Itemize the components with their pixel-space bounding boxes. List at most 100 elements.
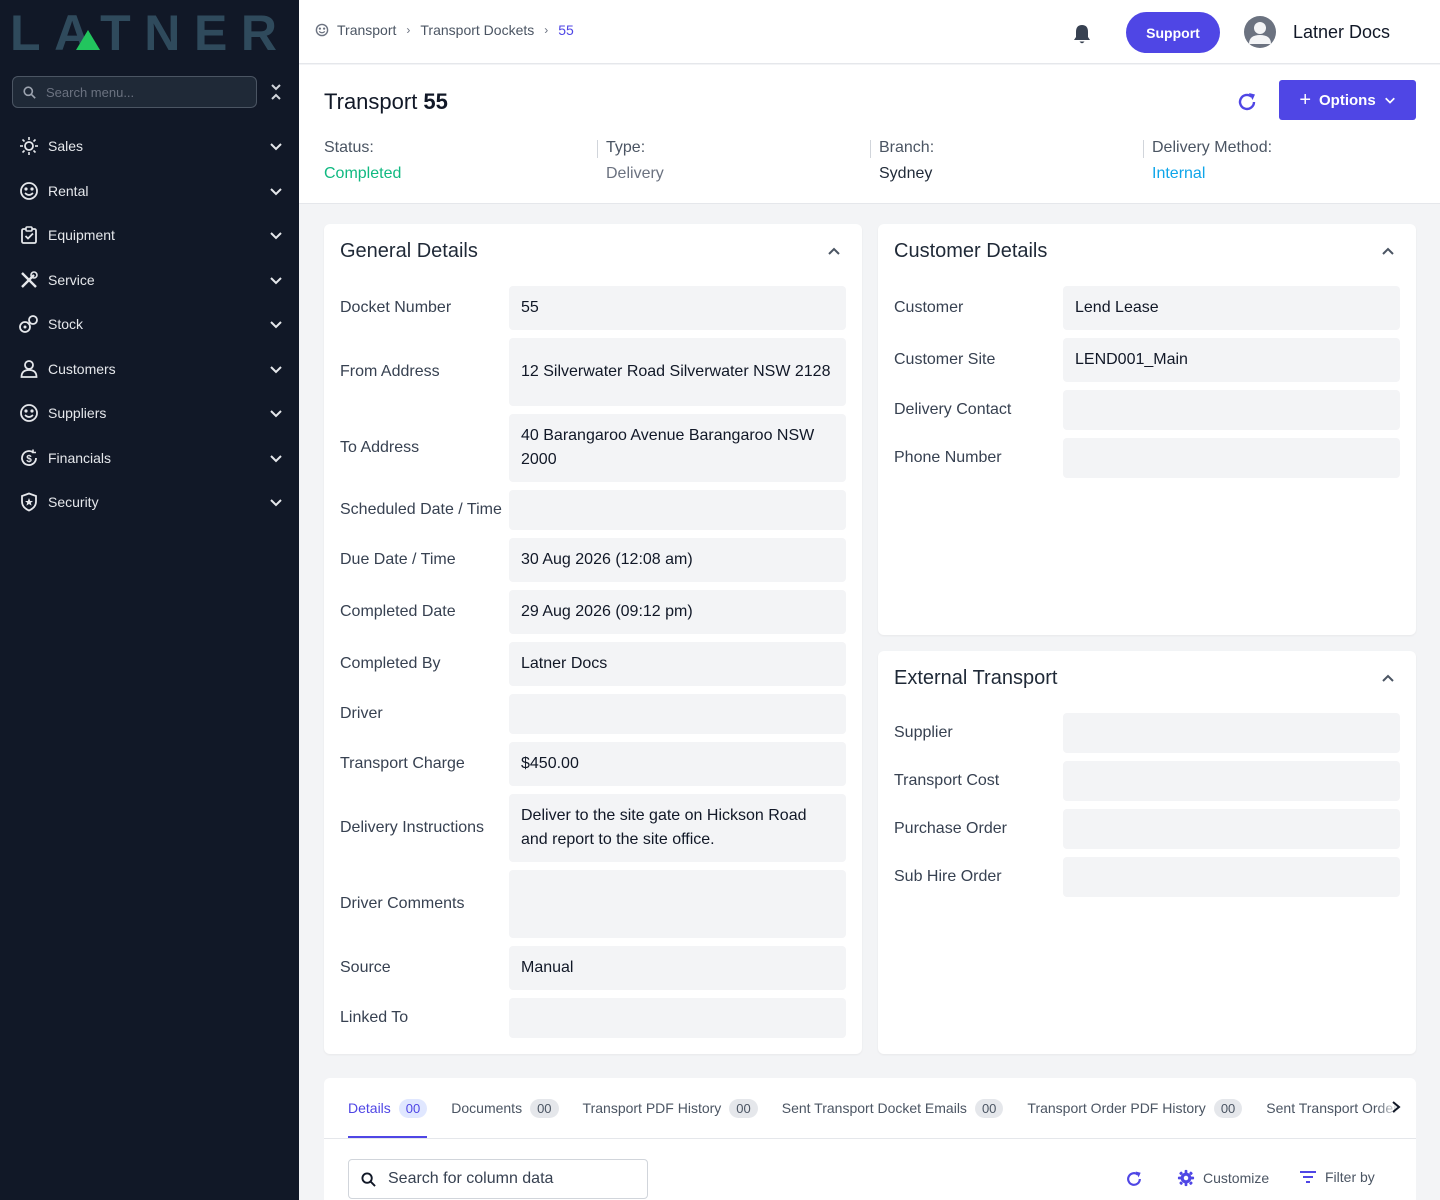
sidebar-item-label: Equipment bbox=[48, 227, 115, 244]
breadcrumb: Transport › Transport Dockets › 55 bbox=[315, 22, 574, 38]
customer-details-card: Customer Details Customer Lend Lease Cust… bbox=[878, 224, 1416, 635]
chevron-up-icon[interactable] bbox=[1381, 671, 1395, 685]
count-badge: 00 bbox=[1213, 1098, 1243, 1118]
tab-sent-transport-docket-emails[interactable]: Sent Transport Docket Emails 00 bbox=[782, 1078, 1004, 1138]
sidebar-item-label: Service bbox=[48, 271, 95, 288]
refresh-icon[interactable] bbox=[1124, 1169, 1144, 1189]
bell-icon[interactable] bbox=[1072, 23, 1092, 45]
chevron-down-icon bbox=[270, 232, 282, 240]
sidebar-item-rental[interactable]: Rental bbox=[0, 169, 299, 214]
tab-label: Transport Order PDF History bbox=[1027, 1100, 1206, 1116]
field-value[interactable]: 40 Barangaroo Avenue Barangaroo NSW 2000 bbox=[509, 414, 846, 482]
status-label: Status: bbox=[324, 139, 374, 156]
field-value[interactable]: $450.00 bbox=[509, 742, 846, 786]
chevron-up-icon[interactable] bbox=[1381, 244, 1395, 258]
tab-label: Documents bbox=[451, 1100, 523, 1116]
count-badge: 00 bbox=[974, 1098, 1004, 1118]
latner-logo[interactable]: LATNER bbox=[10, 10, 280, 54]
avatar[interactable] bbox=[1244, 16, 1276, 48]
column-search-input[interactable]: Search for column data bbox=[348, 1159, 648, 1199]
field-value[interactable]: 55 bbox=[509, 286, 846, 330]
breadcrumb-item[interactable]: Transport bbox=[337, 22, 396, 38]
field-value[interactable]: 29 Aug 2026 (09:12 pm) bbox=[509, 590, 846, 634]
delivery-method-value[interactable]: Internal bbox=[1152, 165, 1272, 183]
chevron-right-icon[interactable] bbox=[1390, 1100, 1402, 1114]
sidebar-item-sales[interactable]: Sales bbox=[0, 124, 299, 169]
field-purchase-order: Purchase Order bbox=[894, 809, 1400, 849]
sidebar-item-stock[interactable]: Stock bbox=[0, 302, 299, 347]
refresh-icon[interactable] bbox=[1235, 90, 1259, 114]
field-value[interactable]: Deliver to the site gate on Hickson Road… bbox=[509, 794, 846, 862]
filter-button[interactable]: Filter by bbox=[1299, 1169, 1375, 1185]
field-value[interactable]: Manual bbox=[509, 946, 846, 990]
related-tabs-card: Details 00 Documents 00 Transport PDF Hist… bbox=[324, 1078, 1416, 1200]
field-docket-number: Docket Number 55 bbox=[340, 286, 846, 330]
field-value[interactable] bbox=[1063, 857, 1400, 897]
customize-button[interactable]: Customize bbox=[1177, 1169, 1269, 1187]
sidebar-item-equipment[interactable]: Equipment bbox=[0, 213, 299, 258]
field-value[interactable] bbox=[509, 870, 846, 938]
field-label: Sub Hire Order bbox=[894, 868, 1002, 885]
sidebar-item-security[interactable]: Security bbox=[0, 480, 299, 525]
breadcrumb-item[interactable]: Transport Dockets bbox=[420, 22, 534, 38]
search-icon bbox=[23, 85, 36, 99]
customize-label: Customize bbox=[1203, 1170, 1270, 1186]
suppliers-icon bbox=[18, 402, 40, 424]
sidebar-item-customers[interactable]: Customers bbox=[0, 347, 299, 392]
chevron-up-icon[interactable] bbox=[827, 244, 841, 258]
field-value[interactable] bbox=[509, 694, 846, 734]
sidebar-item-label: Customers bbox=[48, 360, 116, 377]
field-value[interactable] bbox=[1063, 390, 1400, 430]
chevron-down-icon bbox=[1384, 97, 1395, 104]
field-label: Delivery Contact bbox=[894, 401, 1012, 418]
field-label: Delivery Instructions bbox=[340, 819, 485, 836]
field-value[interactable] bbox=[1063, 761, 1400, 801]
sidebar-item-service[interactable]: Service bbox=[0, 258, 299, 303]
field-label: Customer Site bbox=[894, 351, 996, 368]
financials-icon: $ bbox=[18, 447, 40, 469]
chevron-down-icon bbox=[270, 455, 282, 463]
tab-details[interactable]: Details 00 bbox=[348, 1078, 428, 1138]
support-button[interactable]: Support bbox=[1126, 12, 1220, 53]
security-icon bbox=[18, 491, 40, 513]
tab-transport-order-pdf-history[interactable]: Transport Order PDF History 00 bbox=[1027, 1078, 1243, 1138]
collapse-sidebar-icon[interactable] bbox=[268, 82, 284, 102]
field-value[interactable]: Latner Docs bbox=[509, 642, 846, 686]
options-button[interactable]: + Options bbox=[1279, 80, 1416, 120]
general-details-card: General Details Docket Number 55 From Add… bbox=[324, 224, 862, 1054]
chevron-down-icon bbox=[270, 188, 282, 196]
field-transport-cost: Transport Cost bbox=[894, 761, 1400, 801]
sidebar-item-suppliers[interactable]: Suppliers bbox=[0, 391, 299, 436]
count-badge: 00 bbox=[729, 1098, 758, 1118]
field-value[interactable] bbox=[1063, 809, 1400, 849]
user-name[interactable]: Latner Docs bbox=[1293, 22, 1390, 43]
sidebar-search-input[interactable]: Search menu... bbox=[12, 76, 257, 108]
field-value[interactable] bbox=[509, 998, 846, 1038]
tab-transport-pdf-history[interactable]: Transport PDF History 00 bbox=[583, 1078, 758, 1138]
service-icon bbox=[18, 269, 40, 291]
field-value[interactable]: 30 Aug 2026 (12:08 am) bbox=[509, 538, 846, 582]
field-value[interactable] bbox=[1063, 438, 1400, 478]
field-value[interactable] bbox=[509, 490, 846, 530]
external-transport-title: External Transport bbox=[894, 667, 1058, 689]
chevron-down-icon bbox=[270, 321, 282, 329]
stock-icon bbox=[18, 313, 40, 335]
field-label: Supplier bbox=[894, 724, 953, 741]
sidebar-item-financials[interactable]: $ Financials bbox=[0, 436, 299, 481]
field-value[interactable]: 12 Silverwater Road Silverwater NSW 2128 bbox=[509, 338, 846, 406]
sidebar-item-label: Financials bbox=[48, 449, 112, 466]
field-delivery-contact: Delivery Contact bbox=[894, 390, 1400, 430]
field-supplier: Supplier bbox=[894, 713, 1400, 753]
field-value[interactable] bbox=[1063, 713, 1400, 753]
field-label: Transport Cost bbox=[894, 772, 1000, 789]
page-title: Transport 55 bbox=[324, 89, 448, 115]
field-value[interactable]: LEND001_Main bbox=[1063, 338, 1400, 382]
field-delivery-instructions: Delivery Instructions Deliver to the site… bbox=[340, 794, 846, 862]
field-value[interactable]: Lend Lease bbox=[1063, 286, 1400, 330]
field-phone-number: Phone Number bbox=[894, 438, 1400, 478]
field-label: Completed By bbox=[340, 655, 441, 672]
field-label: Driver bbox=[340, 705, 383, 722]
branch-meta: Branch: Sydney bbox=[879, 139, 934, 185]
tab-documents[interactable]: Documents 00 bbox=[451, 1078, 559, 1138]
topbar: Transport › Transport Dockets › 55 Suppo… bbox=[299, 0, 1440, 64]
